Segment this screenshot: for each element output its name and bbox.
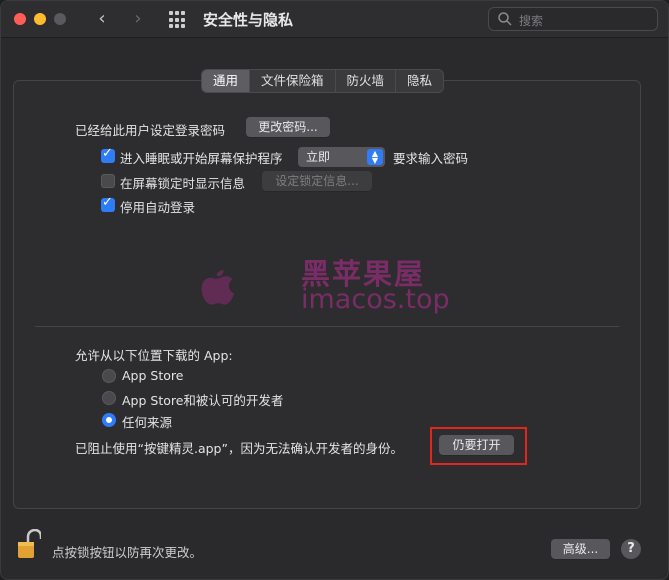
window-title: 安全性与隐私	[203, 11, 294, 29]
change-password-button[interactable]: 更改密码...	[246, 117, 330, 137]
close-button[interactable]	[14, 13, 26, 25]
require-password-delay-popup[interactable]: 立即 ▲ ▼	[298, 147, 385, 167]
search-icon	[498, 12, 512, 26]
tab-privacy[interactable]: 隐私	[396, 70, 443, 92]
search-field[interactable]: 搜索	[488, 7, 658, 31]
tab-bar: 通用 文件保险箱 防火墙 隐私	[201, 69, 445, 93]
forward-chevron-icon[interactable]: ›	[127, 8, 149, 30]
back-chevron-icon[interactable]: ‹	[91, 8, 113, 30]
disable-autologin-checkbox[interactable]	[101, 195, 115, 212]
show-message-label: 在屏幕锁定时显示信息	[120, 176, 246, 191]
popup-value: 立即	[306, 150, 331, 164]
radio-anywhere-label: 任何来源	[122, 415, 173, 430]
popup-arrows-icon: ▲ ▼	[367, 149, 383, 165]
show-all-grid-icon[interactable]	[169, 11, 187, 29]
radio-app-store[interactable]	[102, 369, 116, 383]
preferences-window: ‹ › 安全性与隐私 搜索 通用 文件保险箱 防火墙 隐私 黑苹果屋 imaco…	[0, 0, 669, 580]
section-divider	[35, 326, 619, 327]
downloads-heading: 允许从以下位置下载的 App:	[75, 348, 233, 363]
set-lock-message-button[interactable]: 设定锁定信息...	[262, 171, 372, 191]
help-button[interactable]: ?	[621, 539, 641, 559]
open-anyway-highlight-box	[430, 427, 527, 465]
watermark-text-url: imacos.top	[301, 284, 450, 315]
password-set-label: 已经给此用户设定登录密码	[75, 123, 226, 138]
radio-app-store-identified-label: App Store和被认可的开发者	[122, 393, 284, 408]
radio-anywhere[interactable]	[102, 413, 116, 427]
show-message-checkbox[interactable]	[101, 174, 115, 188]
minimize-button[interactable]	[34, 13, 46, 25]
search-placeholder: 搜索	[519, 14, 544, 28]
require-password-checkbox[interactable]	[101, 146, 115, 163]
tab-general[interactable]: 通用	[202, 70, 251, 92]
require-password-label: 进入睡眠或开始屏幕保护程序	[120, 151, 283, 166]
lock-hint-text: 点按锁按钮以防再次更改。	[52, 545, 203, 560]
tab-firewall[interactable]: 防火墙	[336, 70, 397, 92]
radio-app-store-identified[interactable]	[102, 391, 116, 405]
blocked-app-message: 已阻止使用“按键精灵.app”，因为无法确认开发者的身份。	[75, 441, 403, 456]
disable-autologin-label: 停用自动登录	[120, 200, 196, 215]
tab-filevault[interactable]: 文件保险箱	[250, 70, 336, 92]
require-password-suffix: 要求输入密码	[393, 151, 469, 166]
titlebar: ‹ › 安全性与隐私 搜索	[1, 1, 668, 38]
advanced-button[interactable]: 高级...	[551, 539, 610, 559]
radio-app-store-label: App Store	[122, 368, 184, 383]
apple-logo-watermark	[201, 269, 235, 305]
lock-icon[interactable]	[17, 529, 41, 559]
zoom-button[interactable]	[54, 13, 66, 25]
